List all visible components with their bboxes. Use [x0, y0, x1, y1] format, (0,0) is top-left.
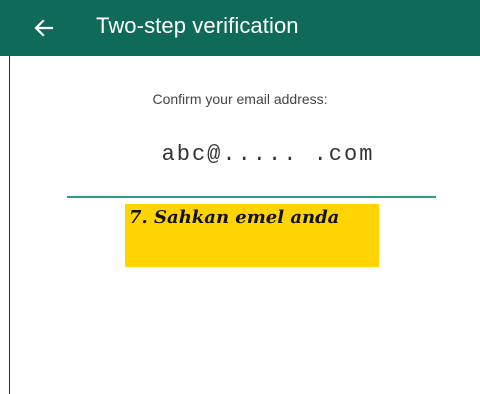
email-field-underline — [67, 196, 436, 198]
instruction-banner: 7. Sahkan emel anda — [125, 204, 379, 267]
email-field[interactable]: abc@..... .com — [0, 142, 480, 167]
page-title: Two-step verification — [96, 13, 299, 38]
instruction-text: 7. Sahkan emel anda — [129, 207, 340, 228]
back-button[interactable] — [28, 12, 60, 44]
arrow-left-icon — [34, 19, 54, 37]
app-bar: Two-step verification — [0, 0, 480, 56]
email-prompt-label: Confirm your email address: — [152, 91, 328, 107]
